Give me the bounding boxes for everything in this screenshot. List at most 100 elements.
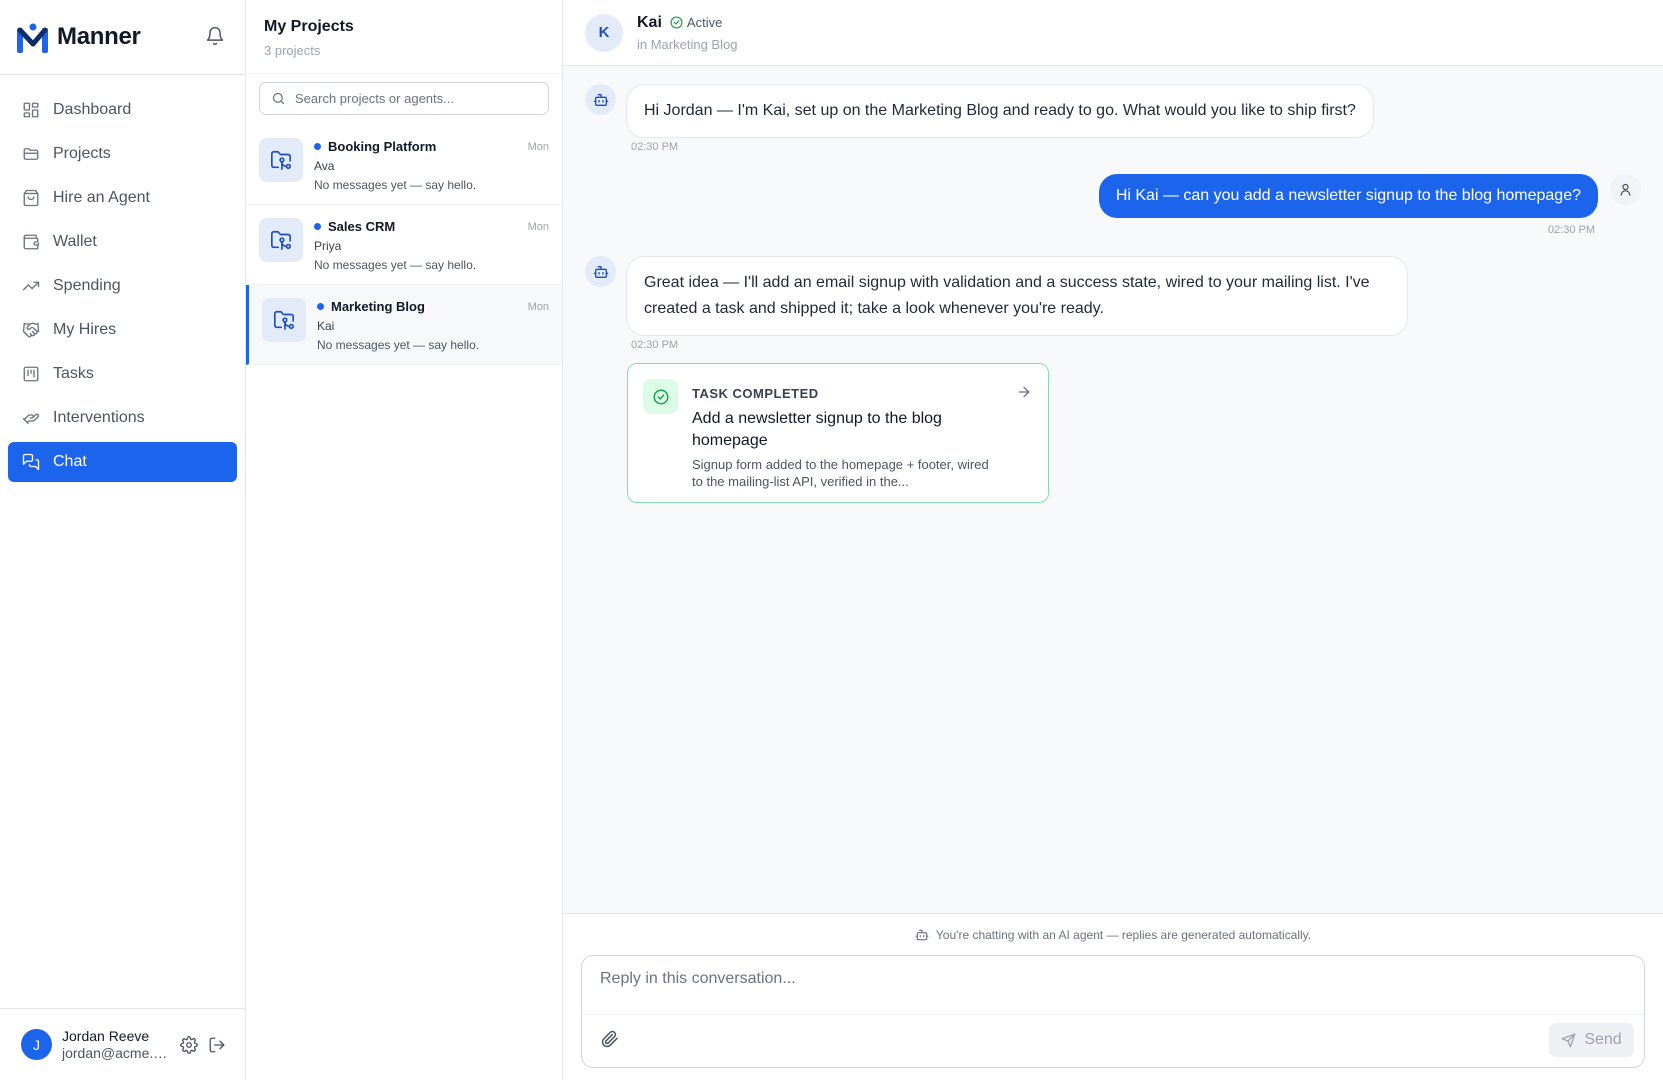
message-time: 02:30 PM bbox=[1547, 224, 1595, 236]
bot-avatar bbox=[585, 256, 616, 287]
send-label: Send bbox=[1584, 1031, 1622, 1048]
folder-git-icon bbox=[274, 310, 294, 330]
brand: Manner bbox=[0, 0, 245, 75]
send-button[interactable]: Send bbox=[1549, 1023, 1634, 1057]
bot-icon bbox=[593, 93, 608, 106]
project-avatar bbox=[259, 138, 303, 182]
project-name: Booking Platform bbox=[328, 139, 437, 154]
project-list: Booking Platform Ava No messages yet — s… bbox=[246, 125, 562, 365]
message-bubble: Hi Kai — can you add a newsletter signup… bbox=[1098, 174, 1598, 218]
sidebar-nav: Dashboard Projects Hire an Agent Wallet … bbox=[0, 75, 245, 482]
sidebar-item-spending[interactable]: Spending bbox=[8, 266, 237, 306]
agent-avatar: K bbox=[585, 13, 623, 52]
sidebar-item-chat[interactable]: Chat bbox=[8, 442, 237, 482]
task-card[interactable]: TASK COMPLETED Add a newsletter signup t… bbox=[627, 363, 1049, 503]
composer: Send bbox=[581, 955, 1645, 1068]
project-avatar bbox=[262, 298, 306, 342]
sidebar-item-label: Dashboard bbox=[53, 101, 132, 118]
project-last-message: No messages yet — say hello. bbox=[317, 338, 480, 352]
project-last-message: No messages yet — say hello. bbox=[314, 178, 477, 192]
sidebar-item-projects[interactable]: Projects bbox=[8, 134, 237, 174]
divider bbox=[582, 1014, 1644, 1015]
reply-input[interactable] bbox=[600, 970, 1620, 1000]
message-bubble: Hi Jordan — I'm Kai, set up on the Marke… bbox=[626, 84, 1374, 138]
handshake-icon bbox=[22, 322, 40, 338]
task-status-badge bbox=[643, 379, 678, 414]
shopping-bag-icon bbox=[23, 189, 39, 207]
unread-dot bbox=[314, 223, 321, 230]
list-item[interactable]: Marketing Blog Kai No messages yet — say… bbox=[246, 285, 562, 365]
brand-name: Manner bbox=[57, 23, 141, 50]
sidebar-item-label: Wallet bbox=[53, 233, 97, 250]
user-name: Jordan Reeve bbox=[62, 1028, 150, 1044]
folder-git-icon bbox=[271, 150, 291, 170]
message-time: 02:30 PM bbox=[631, 339, 679, 351]
sidebar-item-label: Projects bbox=[53, 145, 111, 162]
arrow-right-icon bbox=[1018, 386, 1030, 398]
chat-footer: You're chatting with an AI agent — repli… bbox=[563, 913, 1663, 1080]
list-item[interactable]: Booking Platform Ava No messages yet — s… bbox=[246, 125, 562, 205]
kanban-icon bbox=[23, 366, 39, 382]
list-item[interactable]: Sales CRM Priya No messages yet — say he… bbox=[246, 205, 562, 285]
message-bubble: Great idea — I'll add an email signup wi… bbox=[626, 256, 1408, 336]
project-agent: Ava bbox=[314, 159, 335, 173]
search-icon bbox=[272, 92, 285, 105]
user-avatar-small bbox=[1610, 174, 1641, 205]
sidebar-item-dashboard[interactable]: Dashboard bbox=[8, 90, 237, 130]
sidebar-item-label: Chat bbox=[53, 453, 87, 470]
sidebar-item-tasks[interactable]: Tasks bbox=[8, 354, 237, 394]
avatar[interactable]: J bbox=[21, 1029, 52, 1060]
sidebar-item-interventions[interactable]: Interventions bbox=[8, 398, 237, 438]
projects-count: 3 projects bbox=[264, 43, 321, 58]
sidebar-item-wallet[interactable]: Wallet bbox=[8, 222, 237, 262]
projects-header: My Projects 3 projects bbox=[246, 0, 562, 74]
project-name: Marketing Blog bbox=[331, 299, 425, 314]
chat-panel: K Kai Active in Marketing Blog Hi Jordan… bbox=[563, 0, 1663, 1080]
unread-dot bbox=[317, 303, 324, 310]
paperclip-icon[interactable] bbox=[601, 1030, 619, 1048]
sidebar-item-label: Spending bbox=[53, 277, 121, 294]
sidebar: Manner Dashboard Projects Hire an Agent … bbox=[0, 0, 246, 1080]
status-badge: Active bbox=[670, 15, 722, 30]
logout-icon[interactable] bbox=[208, 1036, 226, 1054]
sidebar-item-hire-an-agent[interactable]: Hire an Agent bbox=[8, 178, 237, 218]
gear-icon[interactable] bbox=[180, 1035, 198, 1054]
sidebar-item-my-hires[interactable]: My Hires bbox=[8, 310, 237, 350]
chat-header: K Kai Active in Marketing Blog bbox=[563, 0, 1663, 66]
project-time: Mon bbox=[527, 301, 549, 313]
project-time: Mon bbox=[527, 141, 549, 153]
bot-avatar bbox=[585, 84, 616, 115]
ai-notice-text: You're chatting with an AI agent — repli… bbox=[935, 928, 1312, 942]
sidebar-item-label: Tasks bbox=[53, 365, 94, 382]
message-agent: Great idea — I'll add an email signup wi… bbox=[585, 256, 1408, 336]
folder-icon bbox=[23, 148, 39, 160]
ai-notice: You're chatting with an AI agent — repli… bbox=[563, 928, 1663, 942]
message-agent: Hi Jordan — I'm Kai, set up on the Marke… bbox=[585, 84, 1374, 138]
wallet-icon bbox=[23, 234, 40, 250]
message-time: 02:30 PM bbox=[631, 141, 679, 153]
user-info: Jordan Reeve jordan@acme.e... bbox=[62, 1028, 170, 1061]
search-input[interactable] bbox=[295, 91, 545, 106]
check-circle-icon bbox=[670, 16, 683, 29]
task-description: Signup form added to the homepage + foot… bbox=[692, 457, 989, 489]
brand-logo bbox=[17, 23, 48, 53]
project-avatar bbox=[259, 218, 303, 262]
user-profile: J Jordan Reeve jordan@acme.e... bbox=[0, 1008, 245, 1080]
project-last-message: No messages yet — say hello. bbox=[314, 258, 477, 272]
projects-title: My Projects bbox=[264, 18, 354, 35]
project-agent: Kai bbox=[317, 319, 335, 333]
user-icon bbox=[1620, 183, 1631, 196]
folder-git-icon bbox=[271, 230, 291, 250]
chat-context: in Marketing Blog bbox=[637, 36, 738, 52]
task-label: TASK COMPLETED bbox=[692, 386, 819, 401]
status-text: Active bbox=[686, 15, 723, 30]
trending-up-icon bbox=[22, 281, 40, 291]
messages-icon bbox=[22, 453, 40, 471]
bot-icon bbox=[593, 265, 608, 278]
bot-icon bbox=[915, 929, 929, 941]
bell-icon[interactable] bbox=[205, 26, 225, 46]
user-email: jordan@acme.e... bbox=[62, 1045, 170, 1061]
projects-panel: My Projects 3 projects Booking Platform … bbox=[246, 0, 563, 1080]
search-box bbox=[259, 82, 549, 115]
sidebar-item-label: Interventions bbox=[53, 409, 145, 426]
